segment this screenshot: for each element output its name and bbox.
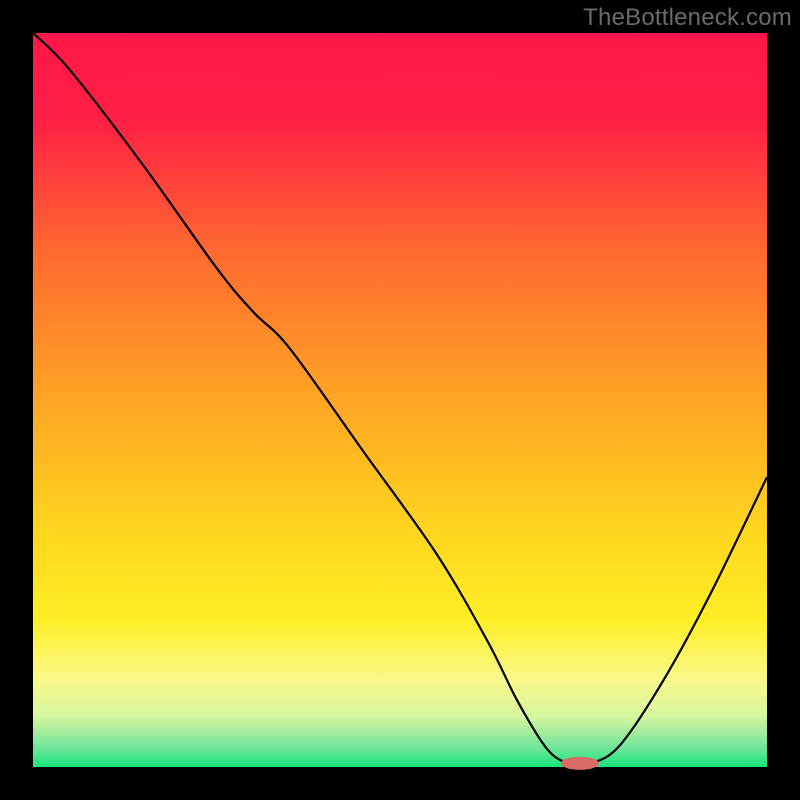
chart-frame: TheBottleneck.com — [0, 0, 800, 800]
optimal-point-marker — [561, 757, 599, 770]
plot-background — [33, 33, 767, 767]
watermark-text: TheBottleneck.com — [583, 4, 792, 32]
bottleneck-chart — [0, 0, 800, 800]
